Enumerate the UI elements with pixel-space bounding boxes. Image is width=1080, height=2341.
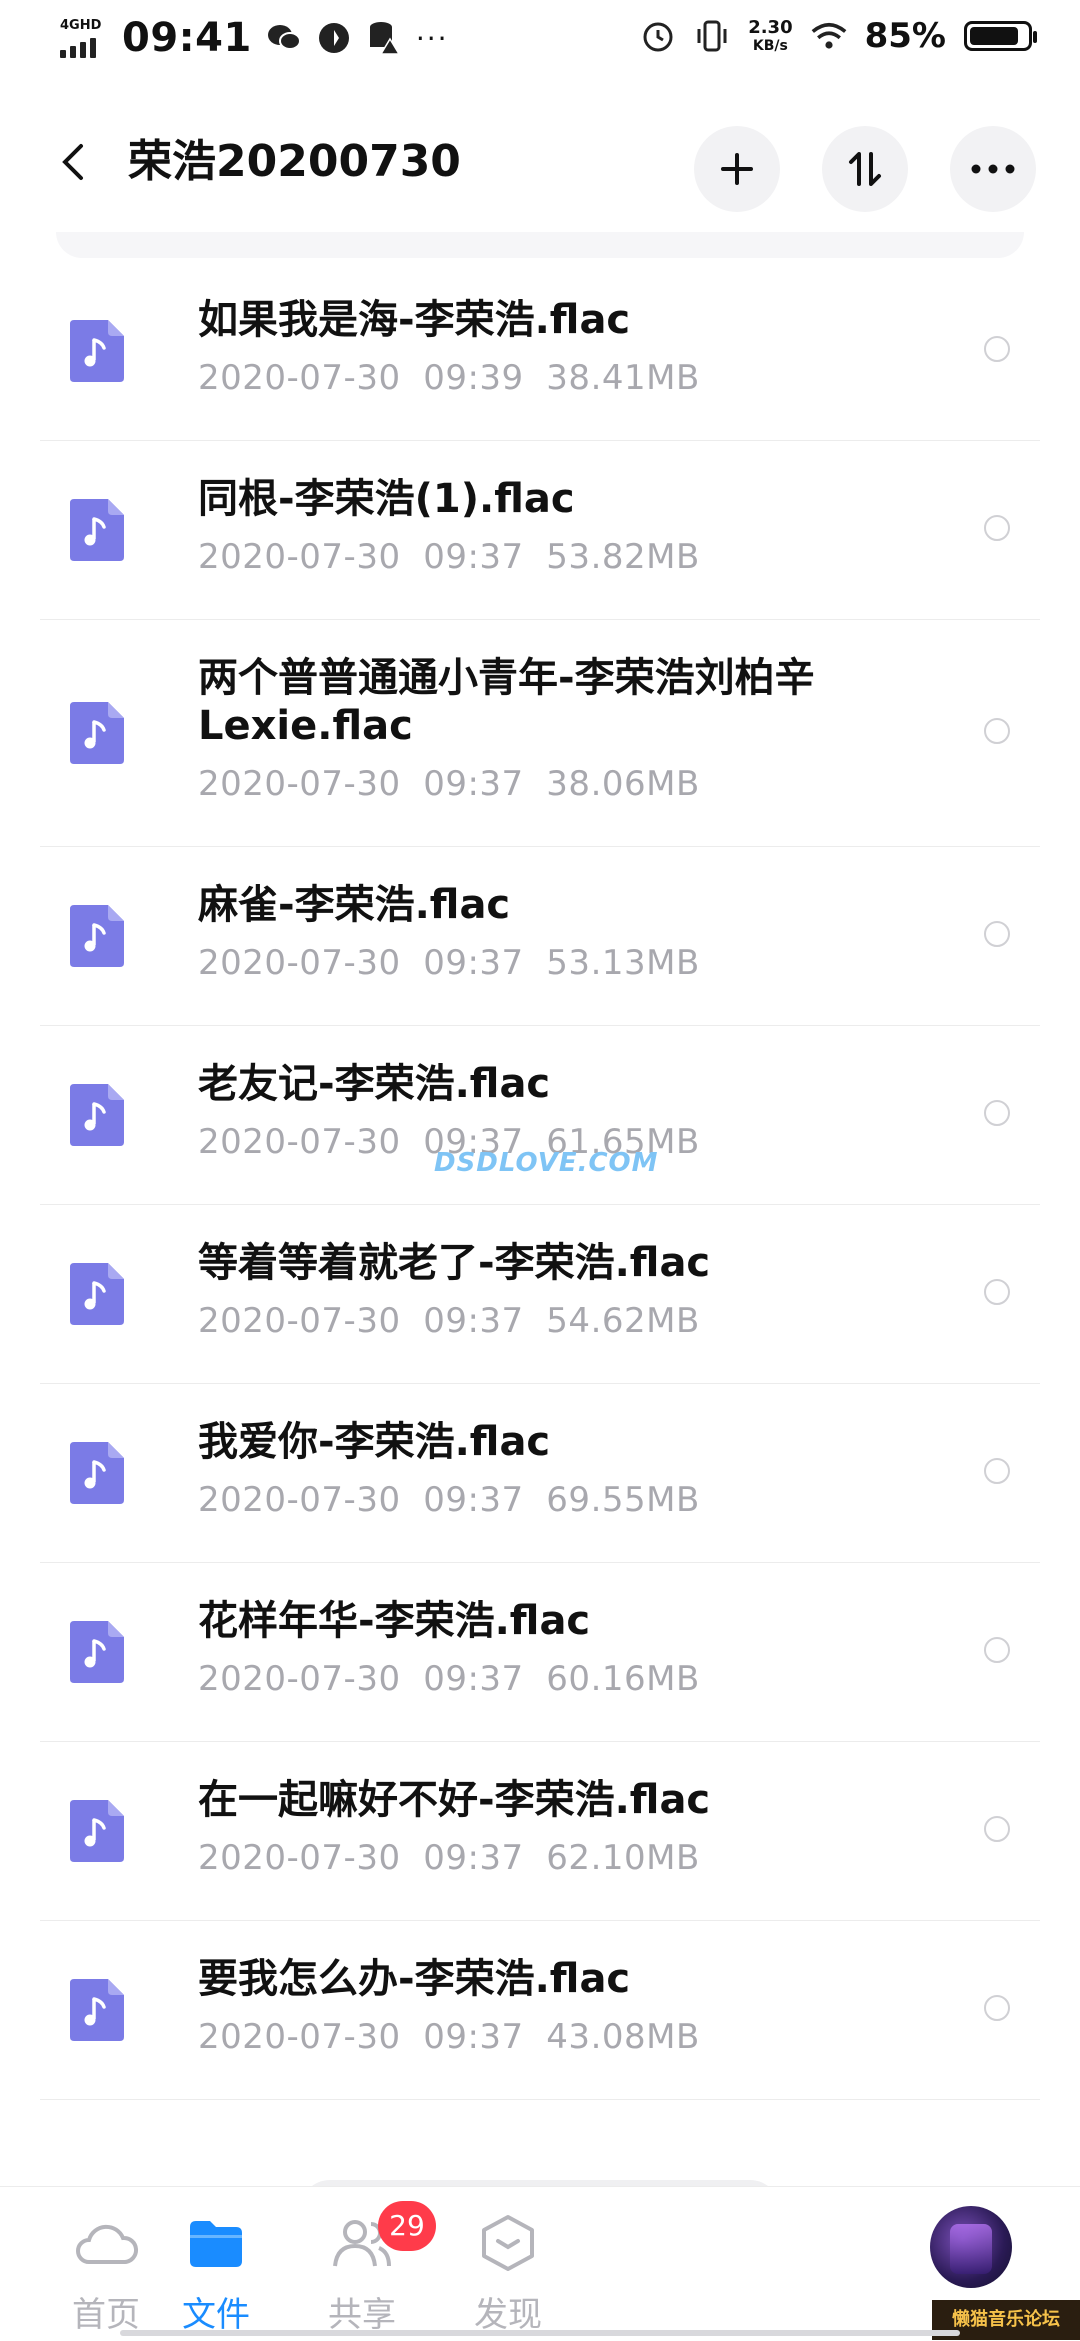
file-name: 花样年华-李荣浩.flac bbox=[198, 1598, 591, 1644]
file-row[interactable]: 花样年华-李荣浩.flac 2020-07-30 09:37 60.16MB bbox=[40, 1563, 1040, 1742]
music-file-icon bbox=[70, 1263, 124, 1325]
file-meta: 2020-07-30 09:37 60.16MB bbox=[198, 1659, 700, 1699]
user-avatar[interactable] bbox=[930, 2206, 1012, 2288]
music-file-icon bbox=[70, 1979, 124, 2041]
wifi-icon bbox=[811, 18, 847, 54]
status-bar: 4GHD 09:41 ··· 2.30 KB/s 85% bbox=[0, 0, 1080, 84]
alarm-icon bbox=[640, 18, 676, 54]
music-file-icon bbox=[70, 499, 124, 561]
page-title: 荣浩20200730 bbox=[128, 136, 461, 187]
music-file-icon bbox=[70, 905, 124, 967]
tab-discover[interactable]: 发现 bbox=[438, 2207, 578, 2341]
tab-files[interactable]: 文件 bbox=[146, 2207, 286, 2341]
header-divider bbox=[56, 232, 1024, 258]
tab-share-label: 共享 bbox=[328, 2295, 396, 2335]
home-indicator bbox=[120, 2330, 960, 2336]
select-checkbox[interactable] bbox=[984, 515, 1010, 541]
music-file-icon bbox=[70, 1084, 124, 1146]
page-header: 荣浩20200730 bbox=[0, 110, 1080, 220]
wechat-icon bbox=[266, 20, 302, 56]
select-checkbox[interactable] bbox=[984, 718, 1010, 744]
file-name: 在一起嘛好不好-李荣浩.flac bbox=[198, 1777, 711, 1823]
select-checkbox[interactable] bbox=[984, 1279, 1010, 1305]
back-button[interactable] bbox=[44, 132, 104, 192]
music-file-icon bbox=[70, 702, 124, 764]
file-meta: 2020-07-30 09:39 38.41MB bbox=[198, 358, 700, 398]
file-row[interactable]: 我爱你-李荣浩.flac 2020-07-30 09:37 69.55MB bbox=[40, 1384, 1040, 1563]
network-speed: 2.30 KB/s bbox=[748, 17, 793, 54]
file-name: 麻雀-李荣浩.flac bbox=[198, 882, 511, 928]
music-file-icon bbox=[70, 320, 124, 382]
share-badge: 29 bbox=[378, 2201, 436, 2251]
file-name: 两个普普通通小青年-李荣浩刘柏辛Lexie.flac bbox=[198, 655, 815, 749]
file-row[interactable]: 如果我是海-李荣浩.flac 2020-07-30 09:39 38.41MB bbox=[40, 262, 1040, 441]
file-name: 如果我是海-李荣浩.flac bbox=[198, 297, 631, 343]
file-row[interactable]: 在一起嘛好不好-李荣浩.flac 2020-07-30 09:37 62.10MB bbox=[40, 1742, 1040, 1921]
file-row[interactable]: 同根-李荣浩(1).flac 2020-07-30 09:37 53.82MB bbox=[40, 441, 1040, 620]
select-checkbox[interactable] bbox=[984, 1816, 1010, 1842]
vibrate-icon bbox=[694, 18, 730, 54]
cloud-icon bbox=[70, 2207, 142, 2279]
plus-icon bbox=[721, 153, 753, 185]
select-checkbox[interactable] bbox=[984, 921, 1010, 947]
file-name: 等着等着就老了-李荣浩.flac bbox=[198, 1240, 711, 1286]
cellular-signal-icon: 4GHD bbox=[56, 14, 108, 62]
file-meta: 2020-07-30 09:37 69.55MB bbox=[198, 1480, 700, 1520]
music-file-icon bbox=[70, 1800, 124, 1862]
tab-files-label: 文件 bbox=[182, 2295, 250, 2335]
music-file-icon bbox=[70, 1621, 124, 1683]
add-button[interactable] bbox=[694, 126, 780, 212]
more-dots-icon bbox=[971, 164, 1015, 174]
select-checkbox[interactable] bbox=[984, 1637, 1010, 1663]
file-meta: 2020-07-30 09:37 54.62MB bbox=[198, 1301, 700, 1341]
file-meta: 2020-07-30 09:37 62.10MB bbox=[198, 1838, 700, 1878]
select-checkbox[interactable] bbox=[984, 1100, 1010, 1126]
bottom-tab-bar: 首页 文件 29 共享 发现 bbox=[0, 2186, 1080, 2341]
compass-icon bbox=[316, 20, 352, 56]
sort-icon bbox=[849, 152, 881, 186]
watermark-text: DSDLOVE.COM bbox=[434, 1148, 659, 1178]
clock: 09:41 bbox=[122, 15, 252, 61]
file-meta: 2020-07-30 09:37 53.82MB bbox=[198, 537, 700, 577]
file-row[interactable]: 老友记-李荣浩.flac 2020-07-30 09:37 61.65MB bbox=[40, 1026, 1040, 1205]
file-meta: 2020-07-30 09:37 53.13MB bbox=[198, 943, 700, 983]
battery-icon bbox=[964, 21, 1037, 51]
tab-share[interactable]: 29 共享 bbox=[292, 2201, 436, 2341]
file-meta: 2020-07-30 09:37 43.08MB bbox=[198, 2017, 700, 2057]
file-list: 如果我是海-李荣浩.flac 2020-07-30 09:39 38.41MB 同根… bbox=[40, 262, 1040, 2100]
file-name: 要我怎么办-李荣浩.flac bbox=[198, 1956, 631, 2002]
chevron-left-icon bbox=[62, 144, 83, 180]
file-name: 我爱你-李荣浩.flac bbox=[198, 1419, 551, 1465]
file-row[interactable]: 要我怎么办-李荣浩.flac 2020-07-30 09:37 43.08MB bbox=[40, 1921, 1040, 2100]
select-checkbox[interactable] bbox=[984, 1995, 1010, 2021]
more-button[interactable] bbox=[950, 126, 1036, 212]
tab-discover-label: 发现 bbox=[474, 2295, 542, 2335]
file-row[interactable]: 两个普普通通小青年-李荣浩刘柏辛Lexie.flac 2020-07-30 09:… bbox=[40, 620, 1040, 847]
discover-icon bbox=[472, 2207, 544, 2279]
select-checkbox[interactable] bbox=[984, 1458, 1010, 1484]
file-row[interactable]: 等着等着就老了-李荣浩.flac 2020-07-30 09:37 54.62MB bbox=[40, 1205, 1040, 1384]
storage-warning-icon bbox=[366, 20, 402, 56]
file-row[interactable]: 麻雀-李荣浩.flac 2020-07-30 09:37 53.13MB bbox=[40, 847, 1040, 1026]
music-file-icon bbox=[70, 1442, 124, 1504]
sort-button[interactable] bbox=[822, 126, 908, 212]
folder-icon bbox=[180, 2207, 252, 2279]
battery-percent: 85% bbox=[864, 16, 946, 56]
file-meta: 2020-07-30 09:37 38.06MB bbox=[198, 764, 700, 804]
select-checkbox[interactable] bbox=[984, 336, 1010, 362]
network-type: 4GHD bbox=[60, 18, 102, 33]
file-name: 老友记-李荣浩.flac bbox=[198, 1061, 551, 1107]
file-name: 同根-李荣浩(1).flac bbox=[198, 476, 575, 522]
more-notifications-icon: ··· bbox=[415, 21, 449, 55]
